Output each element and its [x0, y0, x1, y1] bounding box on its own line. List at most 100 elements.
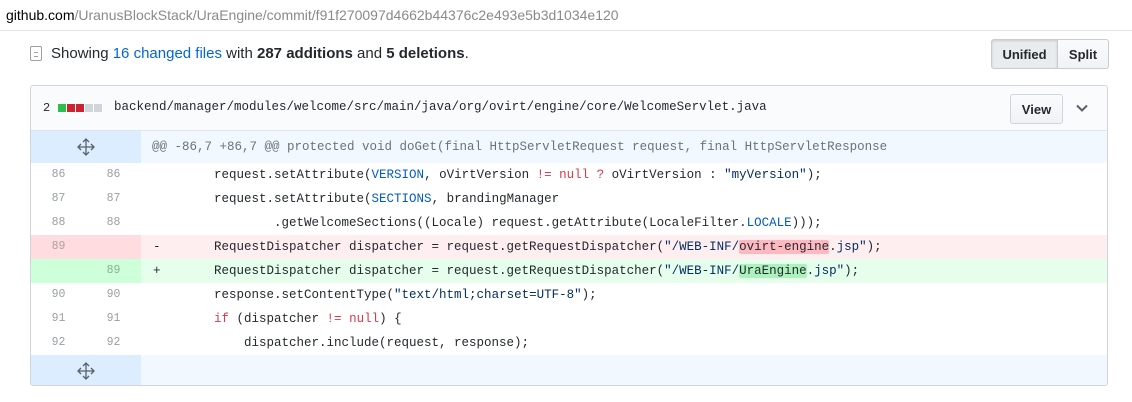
context-line: 88 88 .getWelcomeSections((Locale) reques… [31, 211, 1107, 235]
new-line-number[interactable]: 88 [86, 211, 141, 235]
new-line-number[interactable]: 92 [86, 331, 141, 355]
context-line: 91 91 if (dispatcher != null) { [31, 307, 1107, 331]
old-line-number[interactable]: 89 [31, 235, 86, 259]
code-token: SECTIONS [371, 192, 432, 206]
change-count: 2 [43, 101, 51, 115]
file-header: 2 backend/manager/modules/welcome/src/ma… [31, 86, 1107, 131]
new-line-number[interactable]: 90 [86, 283, 141, 307]
view-file-button[interactable]: View [1010, 94, 1063, 124]
chevron-down-icon[interactable] [1074, 100, 1090, 116]
code-line: response.setContentType("text/html;chars… [154, 283, 597, 307]
code-token: null [551, 168, 590, 182]
hunk-header-row: @@ -86,7 +86,7 @@ protected void doGet(f… [31, 131, 1107, 163]
summary-prefix: Showing [51, 44, 109, 62]
code-token: "/WEB-INF/ [664, 264, 740, 278]
diff-view-toggle: Unified Split [991, 39, 1109, 69]
code-line: if (dispatcher != null) { [154, 307, 402, 331]
old-line-number[interactable]: 90 [31, 283, 86, 307]
file-diff-icon [30, 45, 42, 61]
changed-files-link[interactable]: 16 changed files [113, 45, 222, 62]
code-token: RequestDispatcher dispatcher = request.g… [154, 240, 665, 254]
new-line-number[interactable]: 89 [86, 259, 141, 283]
code-token: "text/html;charset=UTF-8" [394, 288, 582, 302]
old-line-number[interactable]: 88 [31, 211, 86, 235]
code-token: (dispatcher [229, 312, 327, 326]
unfold-icon [77, 138, 95, 156]
code-token: "myVersion" [724, 168, 807, 182]
code-token: request.setAttribute( [154, 168, 372, 182]
new-line-number[interactable]: 87 [86, 187, 141, 211]
new-line-number[interactable]: 91 [86, 307, 141, 331]
summary-with: with [226, 44, 253, 62]
code-token: UraEngine [739, 264, 807, 278]
expand-bottom-row [31, 355, 1107, 385]
code-token: ? [589, 168, 605, 182]
code-token: .jsp" [806, 264, 845, 278]
diffstat-blocks [58, 104, 102, 112]
old-line-number[interactable]: 91 [31, 307, 86, 331]
diffstat-block [94, 104, 102, 112]
context-line: 90 90 response.setContentType("text/html;… [31, 283, 1107, 307]
diffstat-block [85, 104, 93, 112]
code-token: , oVirtVersion [424, 168, 537, 182]
code-line: RequestDispatcher dispatcher = request.g… [154, 259, 859, 283]
deleted-line: 89- RequestDispatcher dispatcher = reque… [31, 235, 1107, 259]
url-path: /UranusBlockStack/UraEngine/commit/f91f2… [74, 7, 619, 23]
new-line-number[interactable] [86, 235, 141, 259]
code-token: .getWelcomeSections((Locale) request.get… [154, 216, 747, 230]
code-token: != [326, 312, 342, 326]
code-token: ovirt-engine [739, 240, 830, 254]
additions-count: 287 additions [257, 44, 353, 62]
file-diff: 2 backend/manager/modules/welcome/src/ma… [30, 85, 1108, 386]
code-token: LOCALE [746, 216, 792, 230]
split-button[interactable]: Split [1058, 39, 1109, 69]
code-token: dispatcher.include(request, response); [154, 336, 530, 350]
old-line-number[interactable]: 87 [31, 187, 86, 211]
summary-and: and [357, 44, 383, 62]
diff-summary: Showing 16 changed files with 287 additi… [30, 42, 469, 64]
code-line: request.setAttribute(SECTIONS, brandingM… [154, 187, 559, 211]
deletions-count: 5 deletions [386, 44, 465, 62]
code-token: null [341, 312, 380, 326]
old-line-number[interactable] [31, 259, 86, 283]
code-line: request.setAttribute(VERSION, oVirtVersi… [154, 163, 822, 187]
summary-period: . [464, 44, 469, 62]
url-host: github.com [6, 7, 75, 23]
code-token: if [154, 312, 230, 326]
code-token: , brandingManager [431, 192, 560, 206]
url-text[interactable]: github.com/UranusBlockStack/UraEngine/co… [6, 7, 619, 23]
file-path[interactable]: backend/manager/modules/welcome/src/main… [114, 100, 767, 114]
code-token: ); [806, 168, 822, 182]
code-token: ); [866, 240, 882, 254]
code-token: RequestDispatcher dispatcher = request.g… [154, 264, 665, 278]
unified-button[interactable]: Unified [991, 39, 1058, 69]
diffstat-block [67, 104, 75, 112]
code-token: ))); [791, 216, 822, 230]
code-line: .getWelcomeSections((Locale) request.get… [154, 211, 822, 235]
context-line: 87 87 request.setAttribute(SECTIONS, bran… [31, 187, 1107, 211]
code-token: oVirtVersion : [604, 168, 725, 182]
unfold-icon [77, 362, 95, 380]
old-line-number[interactable]: 86 [31, 163, 86, 187]
context-line: 86 86 request.setAttribute(VERSION, oVirt… [31, 163, 1107, 187]
context-line: 92 92 dispatcher.include(request, respons… [31, 331, 1107, 355]
code-token: ); [581, 288, 597, 302]
code-token: VERSION [371, 168, 425, 182]
code-token: request.setAttribute( [154, 192, 372, 206]
code-token: ); [844, 264, 860, 278]
code-token: != [536, 168, 552, 182]
added-line: 89 + RequestDispatcher dispatcher = reque… [31, 259, 1107, 283]
expand-down-button[interactable] [31, 355, 141, 385]
code-token: .jsp" [829, 240, 867, 254]
expand-up-button[interactable] [31, 131, 141, 163]
diffstat-block [58, 104, 66, 112]
address-bar[interactable]: github.com/UranusBlockStack/UraEngine/co… [0, 0, 1132, 31]
code-line: RequestDispatcher dispatcher = request.g… [154, 235, 882, 259]
new-line-number[interactable]: 86 [86, 163, 141, 187]
diffstat-block [76, 104, 84, 112]
hunk-header-text: @@ -86,7 +86,7 @@ protected void doGet(f… [152, 140, 888, 154]
code-token: "/WEB-INF/ [664, 240, 740, 254]
old-line-number[interactable]: 92 [31, 331, 86, 355]
code-token: response.setContentType( [154, 288, 395, 302]
code-token: ) { [379, 312, 402, 326]
